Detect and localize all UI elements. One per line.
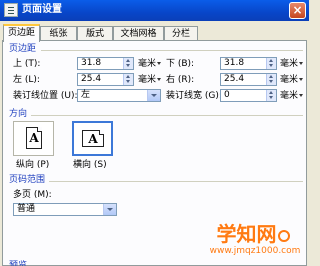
right-margin-label: 右 (R): (166, 75, 195, 85)
top-margin-unit[interactable]: 毫米 (138, 58, 162, 70)
multiple-pages-value: 普通 (17, 204, 36, 214)
tab-layout[interactable]: 版式 (77, 26, 113, 41)
bottom-margin-label: 下 (B): (166, 59, 195, 69)
window-title: 页面设置 (22, 4, 62, 15)
spin-arrows-icon[interactable] (123, 74, 133, 85)
landscape-page-icon: A (82, 130, 104, 147)
spin-arrows-icon[interactable] (266, 58, 276, 69)
gutter-position-label: 装订线位置 (U): (13, 91, 78, 101)
portrait-option[interactable]: A (13, 121, 54, 156)
top-margin-label: 上 (T): (13, 59, 41, 69)
gutter-width-value: 0 (224, 90, 230, 100)
tab-margins[interactable]: 页边距 (3, 24, 40, 42)
watermark-url: www.jmqz1000.com (209, 246, 301, 256)
portrait-page-icon: A (26, 127, 42, 149)
tab-strip: 页边距 纸张 版式 文档网格 分栏 (0, 24, 309, 42)
right-margin-value: 25.4 (224, 74, 245, 84)
left-margin-unit[interactable]: 毫米 (138, 74, 162, 86)
tab-doc-grid[interactable]: 文档网格 (113, 26, 164, 41)
dropdown-arrow-icon (157, 62, 162, 65)
title-bar: 页面设置 × (0, 0, 309, 21)
spin-arrows-icon[interactable] (266, 74, 276, 85)
gutter-width-input[interactable]: 0 (220, 89, 277, 102)
landscape-option[interactable]: A (72, 121, 113, 156)
circle-icon (277, 230, 290, 242)
divider (31, 115, 303, 116)
orientation-section-title: 方向 (9, 109, 28, 119)
gutter-width-label: 装订线宽 (G): (166, 91, 222, 101)
close-button[interactable]: × (289, 2, 306, 19)
gutter-width-unit[interactable]: 毫米 (280, 90, 304, 102)
right-margin-unit[interactable]: 毫米 (280, 74, 304, 86)
document-icon (4, 3, 18, 17)
tab-columns[interactable]: 分栏 (164, 26, 198, 41)
dropdown-arrow-icon (157, 78, 162, 81)
spin-arrows-icon[interactable] (123, 58, 133, 69)
spin-arrows-icon[interactable] (266, 90, 276, 101)
landscape-label[interactable]: 横向 (S) (73, 159, 107, 171)
right-margin-input[interactable]: 25.4 (220, 73, 277, 86)
portrait-label[interactable]: 纵向 (P) (16, 159, 49, 171)
left-margin-value: 25.4 (81, 74, 102, 84)
gutter-position-select[interactable]: 左 (77, 89, 161, 102)
tab-paper[interactable]: 纸张 (40, 26, 77, 41)
left-margin-label: 左 (L): (13, 75, 40, 85)
preview-section-title: 预览 (9, 261, 28, 266)
chevron-down-icon[interactable] (103, 204, 116, 215)
dropdown-arrow-icon (299, 62, 304, 65)
margins-section-title: 页边距 (9, 44, 37, 54)
bottom-margin-unit[interactable]: 毫米 (280, 58, 304, 70)
pages-section-title: 页码范围 (9, 175, 46, 185)
left-margin-input[interactable]: 25.4 (77, 73, 134, 86)
page-setup-dialog: 页面设置 × 页边距 纸张 版式 文档网格 分栏 页边距 上 (T): 31.8… (0, 0, 309, 266)
multiple-pages-label: 多页 (M): (13, 190, 52, 200)
chevron-down-icon[interactable] (147, 90, 160, 101)
bottom-margin-value: 31.8 (224, 58, 245, 68)
dropdown-arrow-icon (299, 94, 304, 97)
divider (41, 50, 303, 51)
top-margin-value: 31.8 (81, 58, 102, 68)
multiple-pages-select[interactable]: 普通 (13, 203, 117, 216)
top-margin-input[interactable]: 31.8 (77, 57, 134, 70)
divider (49, 181, 303, 182)
dropdown-arrow-icon (299, 78, 304, 81)
gutter-position-value: 左 (81, 90, 91, 100)
watermark-logo: 学知网 (203, 223, 303, 245)
bottom-margin-input[interactable]: 31.8 (220, 57, 277, 70)
